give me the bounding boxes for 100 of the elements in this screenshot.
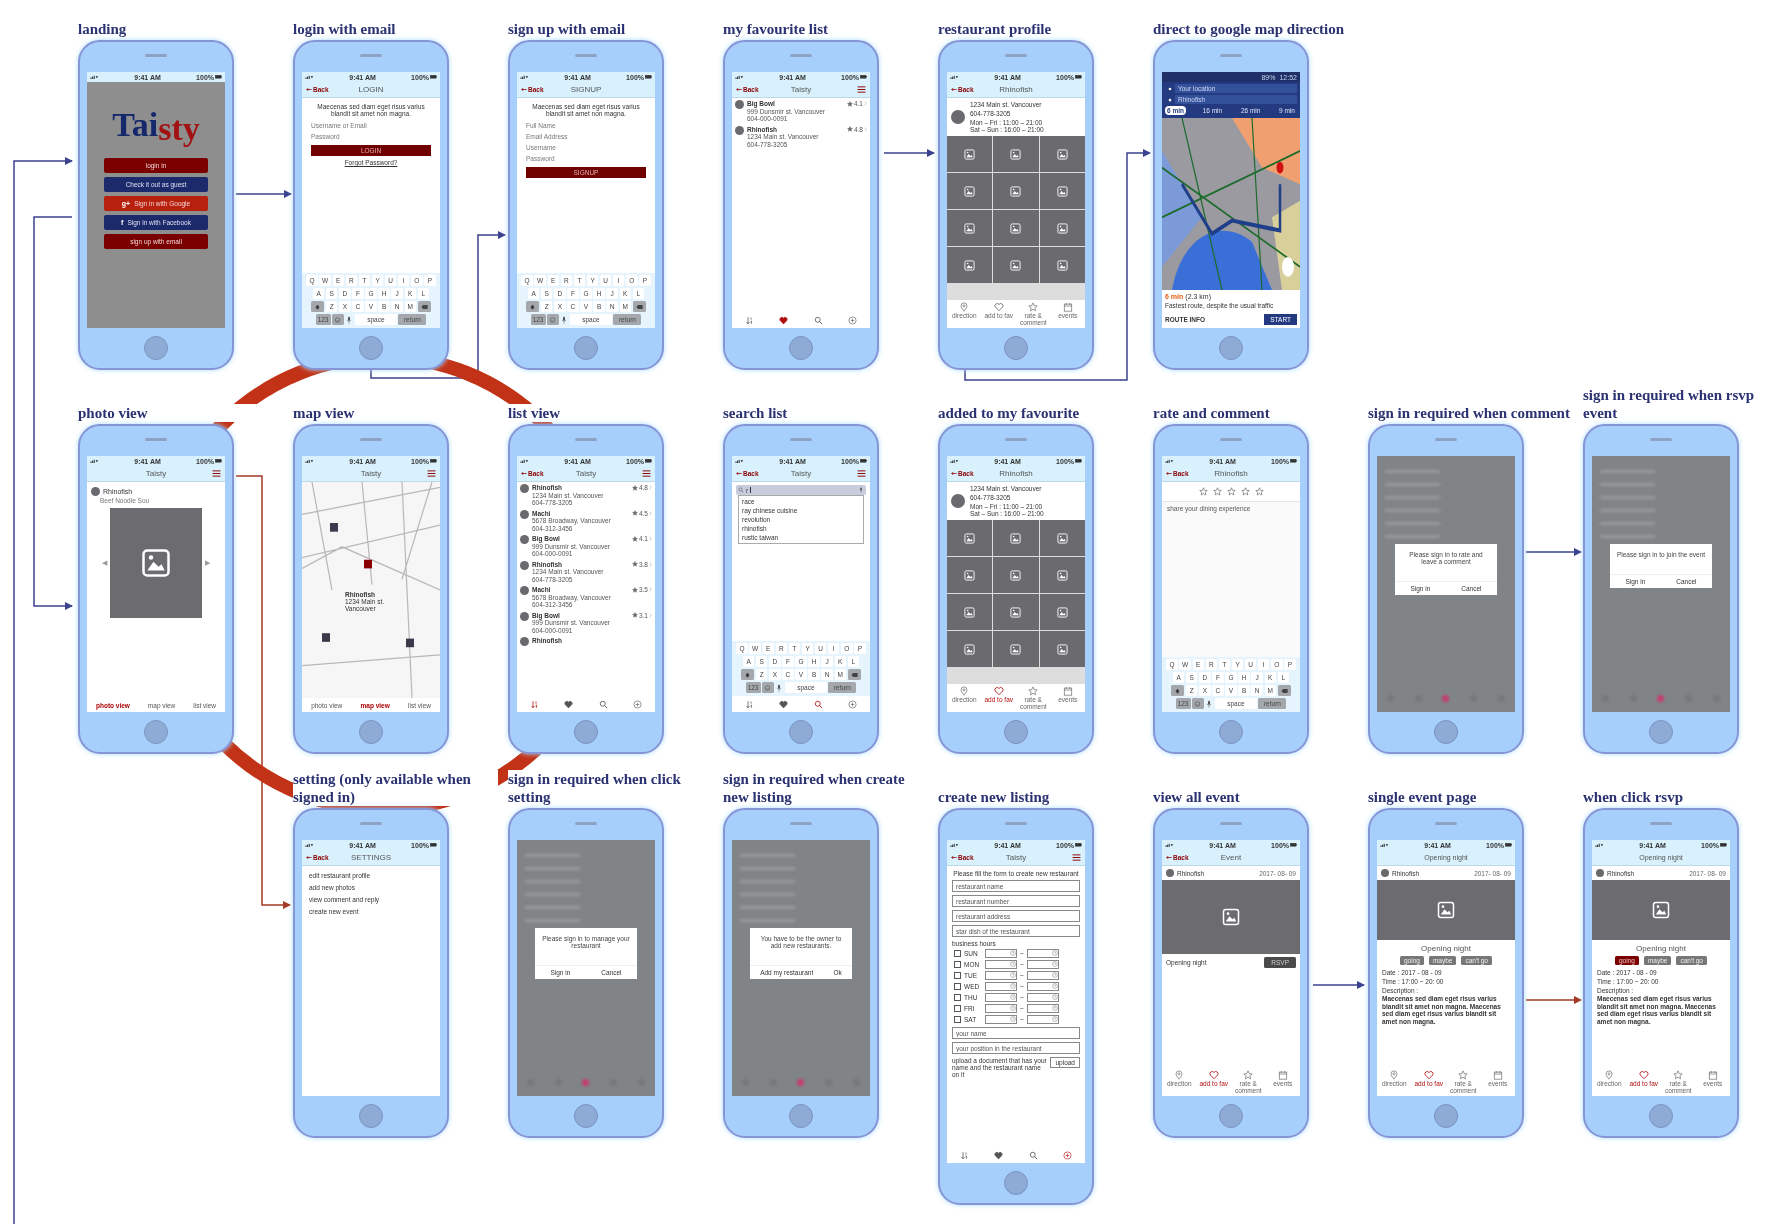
time-field[interactable]: [985, 960, 1017, 969]
home-button[interactable]: [1434, 1104, 1458, 1128]
time-field[interactable]: [985, 993, 1017, 1002]
photo-placeholder[interactable]: [993, 594, 1039, 630]
delete-key[interactable]: [632, 301, 646, 312]
tab-bar-item[interactable]: [779, 315, 789, 325]
photo-placeholder[interactable]: [1039, 631, 1085, 667]
photo-placeholder[interactable]: [1039, 136, 1085, 172]
home-button[interactable]: [359, 1104, 383, 1128]
delete-key[interactable]: [1277, 685, 1291, 696]
photo-placeholder[interactable]: [993, 520, 1039, 556]
home-button[interactable]: [574, 1104, 598, 1128]
photo-placeholder[interactable]: [947, 210, 993, 246]
menu-icon[interactable]: [642, 470, 651, 477]
time-field[interactable]: [985, 1015, 1017, 1024]
photo-placeholder[interactable]: [993, 136, 1039, 172]
home-button[interactable]: [1219, 720, 1243, 744]
photo-placeholder[interactable]: [993, 247, 1039, 283]
home-button[interactable]: [789, 1104, 813, 1128]
photo-placeholder[interactable]: [1039, 210, 1085, 246]
time-field[interactable]: [1026, 982, 1059, 991]
home-button[interactable]: [789, 336, 813, 360]
home-button[interactable]: [1649, 720, 1673, 744]
photo-placeholder[interactable]: [1039, 594, 1085, 630]
day-checkbox[interactable]: [954, 950, 961, 957]
tab-bar-item[interactable]: [529, 699, 539, 709]
heart-icon: [994, 1150, 1004, 1160]
microphone-icon[interactable]: [1205, 699, 1214, 708]
day-checkbox[interactable]: [954, 972, 961, 979]
tab-bar-item[interactable]: [744, 315, 754, 325]
home-button[interactable]: [1219, 1104, 1243, 1128]
home-button[interactable]: [1434, 720, 1458, 744]
day-checkbox[interactable]: [954, 961, 961, 968]
microphone-icon[interactable]: [345, 315, 354, 324]
star-icon: [1673, 1070, 1684, 1080]
shift-key[interactable]: [526, 301, 540, 312]
photo-placeholder[interactable]: [1039, 247, 1085, 283]
tab-bar-item[interactable]: [1063, 1150, 1073, 1160]
tab-bar-item[interactable]: [598, 699, 608, 709]
time-field[interactable]: [1026, 960, 1059, 969]
photo-placeholder[interactable]: [947, 247, 993, 283]
home-button[interactable]: [574, 720, 598, 744]
photo-placeholder[interactable]: [947, 631, 993, 667]
home-button[interactable]: [1004, 720, 1028, 744]
menu-icon[interactable]: [857, 470, 866, 477]
tab-bar-item[interactable]: [1028, 1150, 1038, 1160]
restaurant-avatar: [1381, 869, 1389, 877]
day-checkbox[interactable]: [954, 994, 961, 1001]
photo-placeholder[interactable]: [993, 173, 1039, 209]
photo-placeholder[interactable]: [993, 557, 1039, 593]
shift-key[interactable]: [1171, 685, 1185, 696]
time-field[interactable]: [1026, 949, 1059, 958]
tab-bar-item[interactable]: [813, 315, 823, 325]
photo-placeholder[interactable]: [1039, 557, 1085, 593]
photo-placeholder[interactable]: [947, 136, 993, 172]
time-field[interactable]: [985, 1004, 1017, 1013]
time-field[interactable]: [985, 971, 1017, 980]
time-field[interactable]: [1026, 993, 1059, 1002]
microphone-icon[interactable]: [775, 683, 784, 692]
home-button[interactable]: [144, 720, 168, 744]
time-field[interactable]: [985, 949, 1017, 958]
menu-icon[interactable]: [427, 470, 436, 477]
microphone-icon[interactable]: [560, 315, 569, 324]
time-field[interactable]: [1026, 1004, 1059, 1013]
tab-bar-item[interactable]: [779, 699, 789, 709]
menu-icon[interactable]: [212, 470, 221, 477]
shift-key[interactable]: [311, 301, 325, 312]
tab-bar-item[interactable]: [994, 1150, 1004, 1160]
photo-placeholder[interactable]: [993, 210, 1039, 246]
tab-bar-item[interactable]: [813, 699, 823, 709]
shift-key[interactable]: [741, 669, 755, 680]
home-button[interactable]: [1004, 336, 1028, 360]
menu-icon[interactable]: [857, 86, 866, 93]
delete-key[interactable]: [847, 669, 861, 680]
photo-placeholder[interactable]: [1039, 520, 1085, 556]
time-field[interactable]: [1026, 971, 1059, 980]
day-checkbox[interactable]: [954, 1016, 961, 1023]
day-checkbox[interactable]: [954, 1005, 961, 1012]
delete-key[interactable]: [417, 301, 431, 312]
time-field[interactable]: [985, 982, 1017, 991]
home-button[interactable]: [359, 720, 383, 744]
home-button[interactable]: [574, 336, 598, 360]
photo-placeholder[interactable]: [947, 557, 993, 593]
photo-placeholder[interactable]: [993, 631, 1039, 667]
tab-bar-item[interactable]: [564, 699, 574, 709]
menu-icon[interactable]: [1072, 854, 1081, 861]
photo-placeholder[interactable]: [947, 594, 993, 630]
home-button[interactable]: [144, 336, 168, 360]
home-button[interactable]: [1649, 1104, 1673, 1128]
photo-placeholder[interactable]: [947, 173, 993, 209]
home-button[interactable]: [359, 336, 383, 360]
home-button[interactable]: [789, 720, 813, 744]
day-checkbox[interactable]: [954, 983, 961, 990]
home-button[interactable]: [1219, 336, 1243, 360]
home-button[interactable]: [1004, 1171, 1028, 1195]
tab-bar-item[interactable]: [744, 699, 754, 709]
photo-placeholder[interactable]: [947, 520, 993, 556]
photo-placeholder[interactable]: [1039, 173, 1085, 209]
time-field[interactable]: [1026, 1015, 1059, 1024]
tab-bar-item[interactable]: [959, 1150, 969, 1160]
